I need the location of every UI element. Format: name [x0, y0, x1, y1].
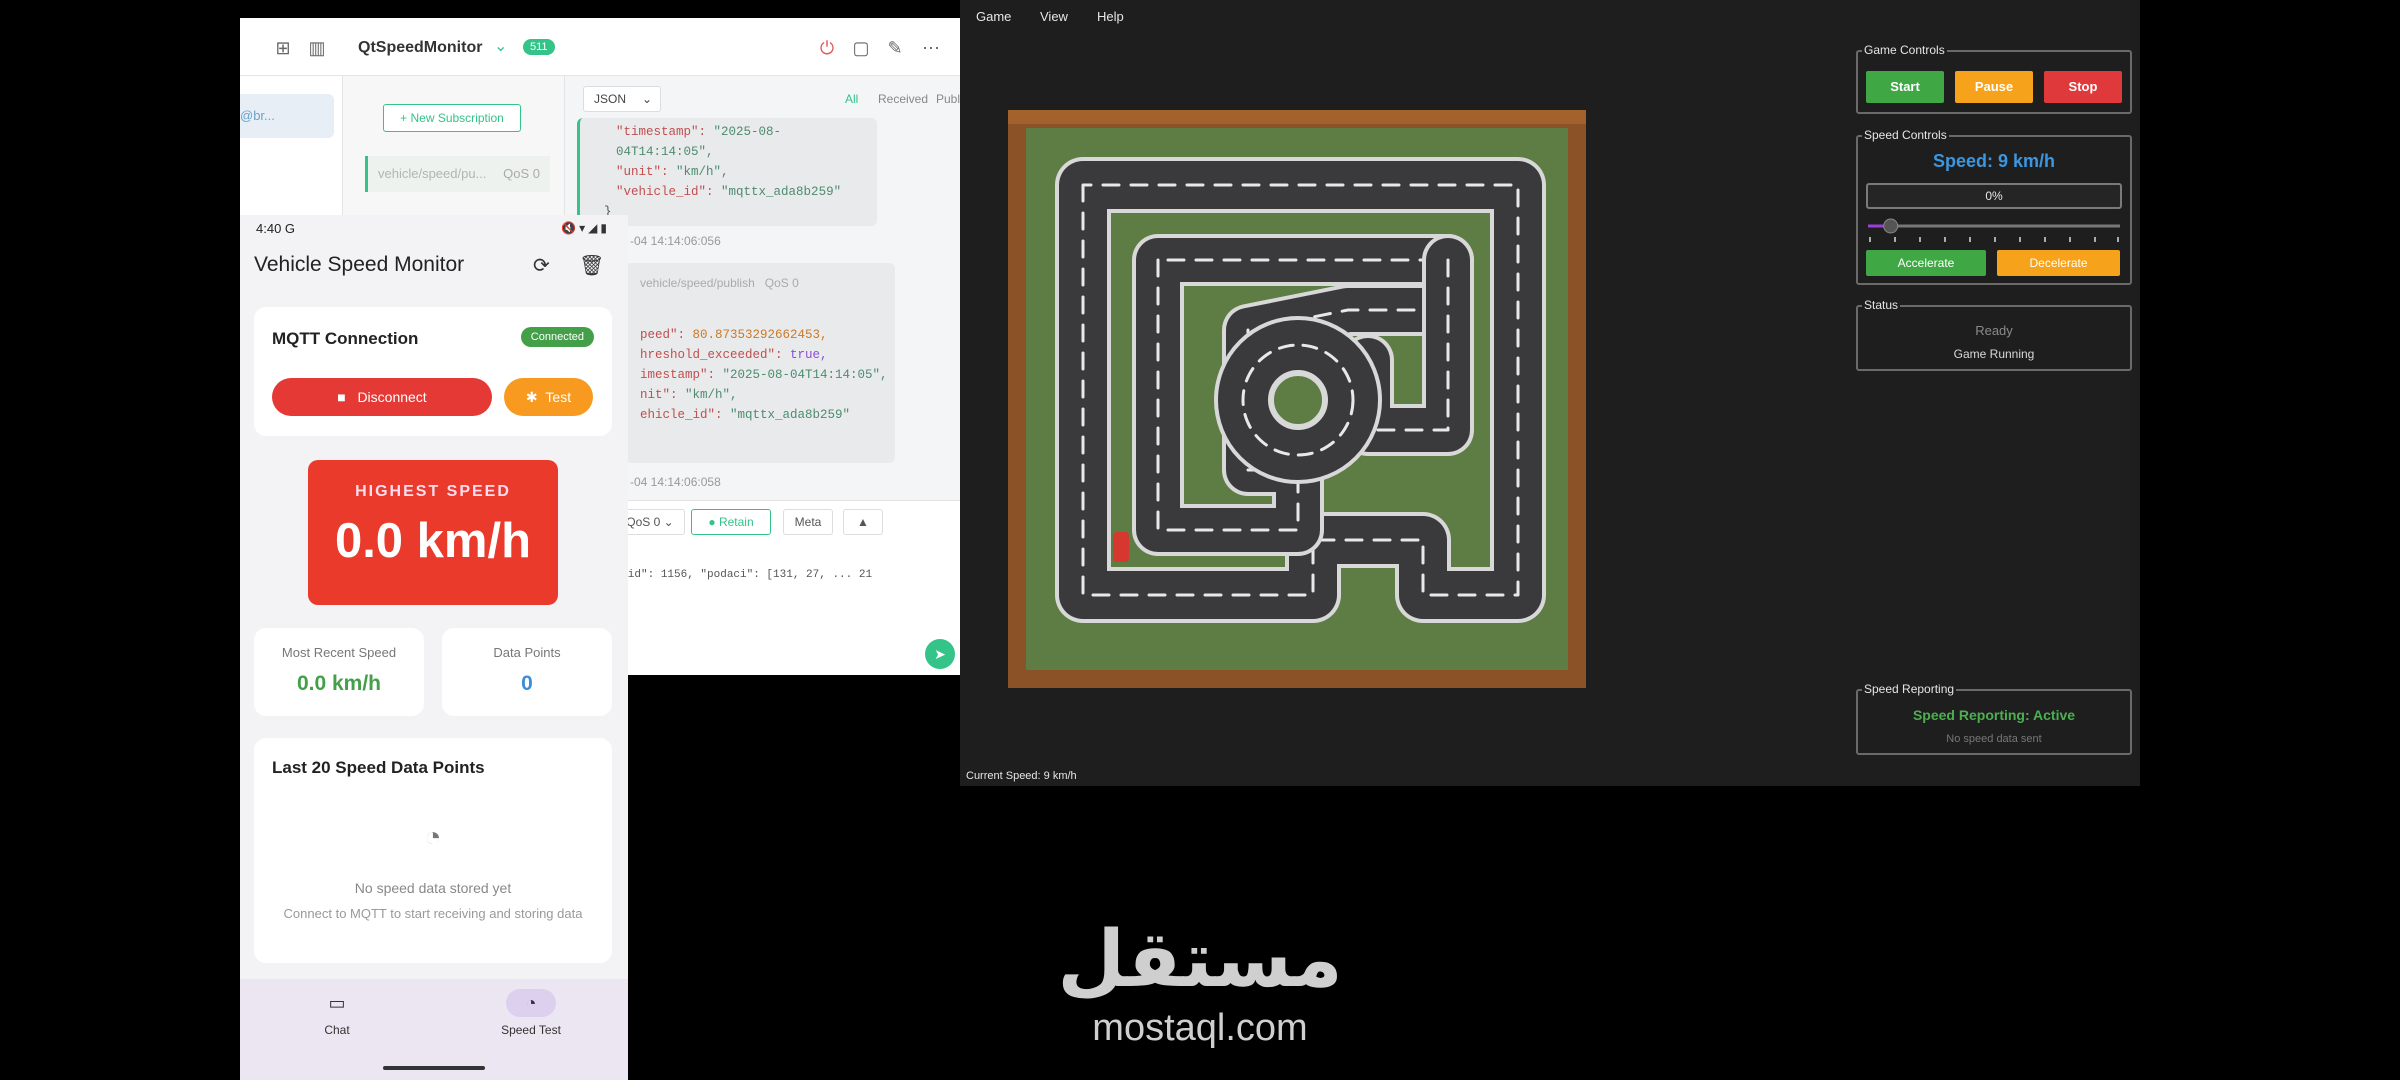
- speedometer-icon: ◔: [506, 989, 556, 1017]
- speed-label: Speed: 9 km/h: [1932, 151, 2056, 171]
- pause-button[interactable]: Pause: [1955, 71, 2033, 103]
- send-icon[interactable]: ➤: [925, 639, 955, 669]
- connection-status-badge: Connected: [520, 327, 594, 347]
- game-window: Game View Help Game Controls Start Pause…: [960, 0, 2140, 786]
- watermark-url: mostaql.com: [1092, 1007, 1308, 1049]
- filter-all[interactable]: All: [845, 92, 858, 106]
- highest-speed-card: HIGHEST SPEED 0.0 km/h: [308, 460, 558, 605]
- meta-button[interactable]: Meta: [783, 509, 833, 535]
- recent-speed-label: Most Recent Speed: [281, 645, 397, 660]
- chevron-down-icon[interactable]: ⌄: [494, 36, 507, 56]
- subscription-qos: QoS 0: [503, 166, 540, 181]
- bottom-navigation: ▭ Chat ◔ Speed Test: [240, 979, 628, 1080]
- new-subscription-button[interactable]: + New Subscription: [383, 104, 521, 132]
- speed-slider[interactable]: [1866, 217, 2122, 247]
- race-track: [1008, 110, 1586, 688]
- speed-reporting-info: No speed data sent: [1946, 733, 2042, 745]
- test-icon: ✱: [525, 389, 538, 405]
- accelerate-button[interactable]: Accelerate: [1866, 250, 1986, 276]
- speed-reporting-legend: Speed Reporting: [1862, 682, 1957, 696]
- subscription-topic: vehicle/speed/pu...: [378, 166, 487, 181]
- speed-reporting-status: Speed Reporting: Active: [1912, 707, 2076, 723]
- app-title: Vehicle Speed Monitor: [254, 253, 465, 276]
- test-button[interactable]: ✱ Test: [504, 378, 593, 416]
- data-points-card: Data Points 0: [442, 628, 612, 716]
- chat-icon: ▭: [328, 993, 346, 1013]
- subscription-item[interactable]: vehicle/speed/pu... QoS 0: [365, 156, 550, 192]
- status-ready: Ready: [1975, 323, 2013, 338]
- mqttx-header: ⊞ ▥ QtSpeedMonitor ⌄ 511 ⏻ ▢ ✎ ⋯: [240, 18, 960, 76]
- empty-state-title: No speed data stored yet: [354, 880, 512, 896]
- recent-speed-value: 0.0 km/h: [296, 672, 382, 695]
- recent-speed-card: Most Recent Speed 0.0 km/h: [254, 628, 424, 716]
- game-controls-legend: Game Controls: [1862, 43, 1947, 57]
- status-legend: Status: [1862, 298, 1901, 312]
- add-connection-icon[interactable]: ⊞: [272, 37, 294, 59]
- message-time-2: -04 14:14:06:058: [630, 475, 721, 489]
- player-car: [1113, 532, 1129, 562]
- status-group: Status Ready Game Running: [1856, 298, 2132, 371]
- edit-icon[interactable]: ✎: [884, 37, 906, 59]
- status-icons: 🔇▾◢▮: [561, 221, 610, 235]
- data-points-label: Data Points: [493, 645, 561, 660]
- watermark-logo: مستقل: [1057, 915, 1343, 1005]
- mqtt-connection-title: MQTT Connection: [272, 329, 419, 348]
- filter-received[interactable]: Received: [878, 92, 928, 106]
- menu-bar: Game View Help: [960, 0, 2140, 32]
- last-points-card: Last 20 Speed Data Points ◔ No speed dat…: [254, 738, 612, 963]
- chat-icon[interactable]: ▢: [850, 37, 872, 59]
- highest-speed-label: HIGHEST SPEED: [355, 483, 511, 500]
- message-count-badge: 511: [523, 39, 555, 55]
- decelerate-button[interactable]: Decelerate: [1997, 250, 2120, 276]
- filter-published[interactable]: Published: [936, 92, 960, 106]
- connection-title: QtSpeedMonitor: [358, 39, 483, 56]
- status-running: Game Running: [1953, 347, 2035, 361]
- connection-item[interactable]: @br...: [240, 94, 334, 138]
- home-indicator[interactable]: [383, 1066, 485, 1070]
- retain-toggle[interactable]: ● Retain: [691, 509, 771, 535]
- refresh-icon[interactable]: ⟳: [533, 253, 550, 278]
- speed-controls-legend: Speed Controls: [1862, 128, 1949, 142]
- more-icon[interactable]: ⋯: [920, 37, 942, 59]
- speed-progress-bar: 0%: [1866, 183, 2122, 209]
- message-received-1: "timestamp": "2025-08-04T14:14:05", "uni…: [577, 118, 877, 226]
- menu-view[interactable]: View: [1040, 9, 1068, 24]
- sidebar-toggle-icon[interactable]: ▥: [306, 37, 328, 59]
- message-topic: vehicle/speed/publish: [640, 276, 755, 290]
- disconnect-button[interactable]: ■ Disconnect: [272, 378, 492, 416]
- speed-controls-group: Speed Controls Speed: 9 km/h 0% Accelera…: [1856, 128, 2132, 285]
- nav-speed-test[interactable]: ◔ Speed Test: [471, 989, 591, 1037]
- menu-game[interactable]: Game: [976, 9, 1011, 24]
- stop-button[interactable]: Stop: [2044, 71, 2122, 103]
- status-bar-speed: Current Speed: 9 km/h: [966, 770, 1077, 782]
- power-icon[interactable]: ⏻: [816, 37, 838, 59]
- phone-app: 4:40 G 🔇▾◢▮ Vehicle Speed Monitor ⟳ 🗑 MQ…: [240, 215, 628, 1080]
- mqtt-connection-card: MQTT Connection Connected ■ Disconnect ✱…: [254, 307, 612, 436]
- message-time-1: -04 14:14:06:056: [630, 234, 721, 248]
- collapse-icon[interactable]: ▲: [843, 509, 883, 535]
- message-published-2: vehicle/speed/publish QoS 0 peed": 80.87…: [625, 263, 895, 463]
- start-button[interactable]: Start: [1866, 71, 1944, 103]
- game-controls-group: Game Controls Start Pause Stop: [1856, 43, 2132, 114]
- data-points-value: 0: [521, 672, 533, 695]
- message-filter-bar: JSON ⌄ All Received Published: [573, 86, 960, 116]
- slider-handle[interactable]: [1883, 218, 1899, 234]
- menu-help[interactable]: Help: [1097, 9, 1124, 24]
- empty-state-subtitle: Connect to MQTT to start receiving and s…: [283, 906, 583, 921]
- format-select[interactable]: JSON ⌄: [583, 86, 661, 112]
- highest-speed-value: 0.0 km/h: [334, 514, 532, 568]
- last-points-title: Last 20 Speed Data Points: [272, 758, 485, 777]
- stop-icon: ■: [337, 389, 346, 405]
- status-time: 4:40 G: [256, 221, 296, 236]
- speedometer-icon: ◔: [424, 821, 442, 852]
- speed-reporting-group: Speed Reporting Speed Reporting: Active …: [1856, 682, 2132, 755]
- publish-composer: ⌄ QoS 0 ⌄ ● Retain Meta ▲ uke acijski_id…: [573, 500, 960, 675]
- nav-chat[interactable]: ▭ Chat: [277, 989, 397, 1037]
- delete-icon[interactable]: 🗑: [579, 253, 604, 278]
